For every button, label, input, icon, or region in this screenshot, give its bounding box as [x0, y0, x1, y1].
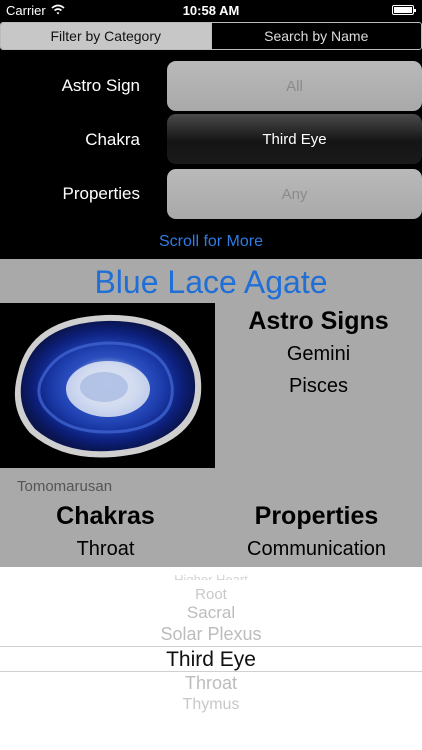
image-credit: Tomomarusan	[17, 478, 113, 495]
picker-item[interactable]: Thymus	[0, 696, 422, 714]
status-bar: Carrier 10:58 AM	[0, 0, 422, 20]
properties-selector[interactable]: Any	[167, 169, 422, 219]
astro-sign-label: Astro Sign	[61, 76, 140, 95]
property-item: Communication	[247, 538, 386, 560]
status-time: 10:58 AM	[182, 3, 240, 18]
segment-search-by-name[interactable]: Search by Name	[210, 23, 421, 49]
chakra-label: Chakra	[85, 130, 140, 149]
chakras-heading: Chakras	[56, 502, 155, 530]
picker-item-selected[interactable]: Third Eye	[0, 648, 422, 672]
battery-icon	[392, 5, 416, 15]
picker-item[interactable]: Root	[0, 586, 422, 603]
picker-item[interactable]: Higher Heart	[0, 570, 422, 580]
picker-selection-line	[0, 671, 422, 672]
astro-sign-selector[interactable]: All	[167, 61, 422, 111]
segment-filter-by-category[interactable]: Filter by Category	[1, 23, 211, 49]
stone-name: Blue Lace Agate	[94, 264, 328, 300]
picker-item[interactable]: Throat	[0, 673, 422, 694]
properties-heading: Properties	[254, 502, 379, 530]
stone-detail-panel: Blue Lace Agate Astro Signs Gemini Pisce…	[0, 259, 422, 567]
chakra-item: Throat	[76, 538, 135, 560]
mode-segmented-control: Filter by Category Search by Name	[0, 22, 422, 50]
stone-photo	[0, 303, 215, 468]
chakra-picker[interactable]: Higher Heart Root Sacral Solar Plexus Th…	[0, 567, 422, 750]
properties-label: Properties	[62, 184, 140, 203]
picker-selection-line	[0, 646, 422, 647]
chakra-selector[interactable]: Third Eye	[167, 114, 422, 164]
picker-item[interactable]: Sacral	[0, 603, 422, 623]
astro-signs-heading: Astro Signs	[248, 307, 389, 335]
picker-item[interactable]: Solar Plexus	[0, 624, 422, 645]
scroll-for-more-link[interactable]: Scroll for More	[0, 233, 422, 251]
astro-sign-item: Gemini	[286, 343, 351, 365]
astro-sign-item: Pisces	[289, 375, 348, 397]
